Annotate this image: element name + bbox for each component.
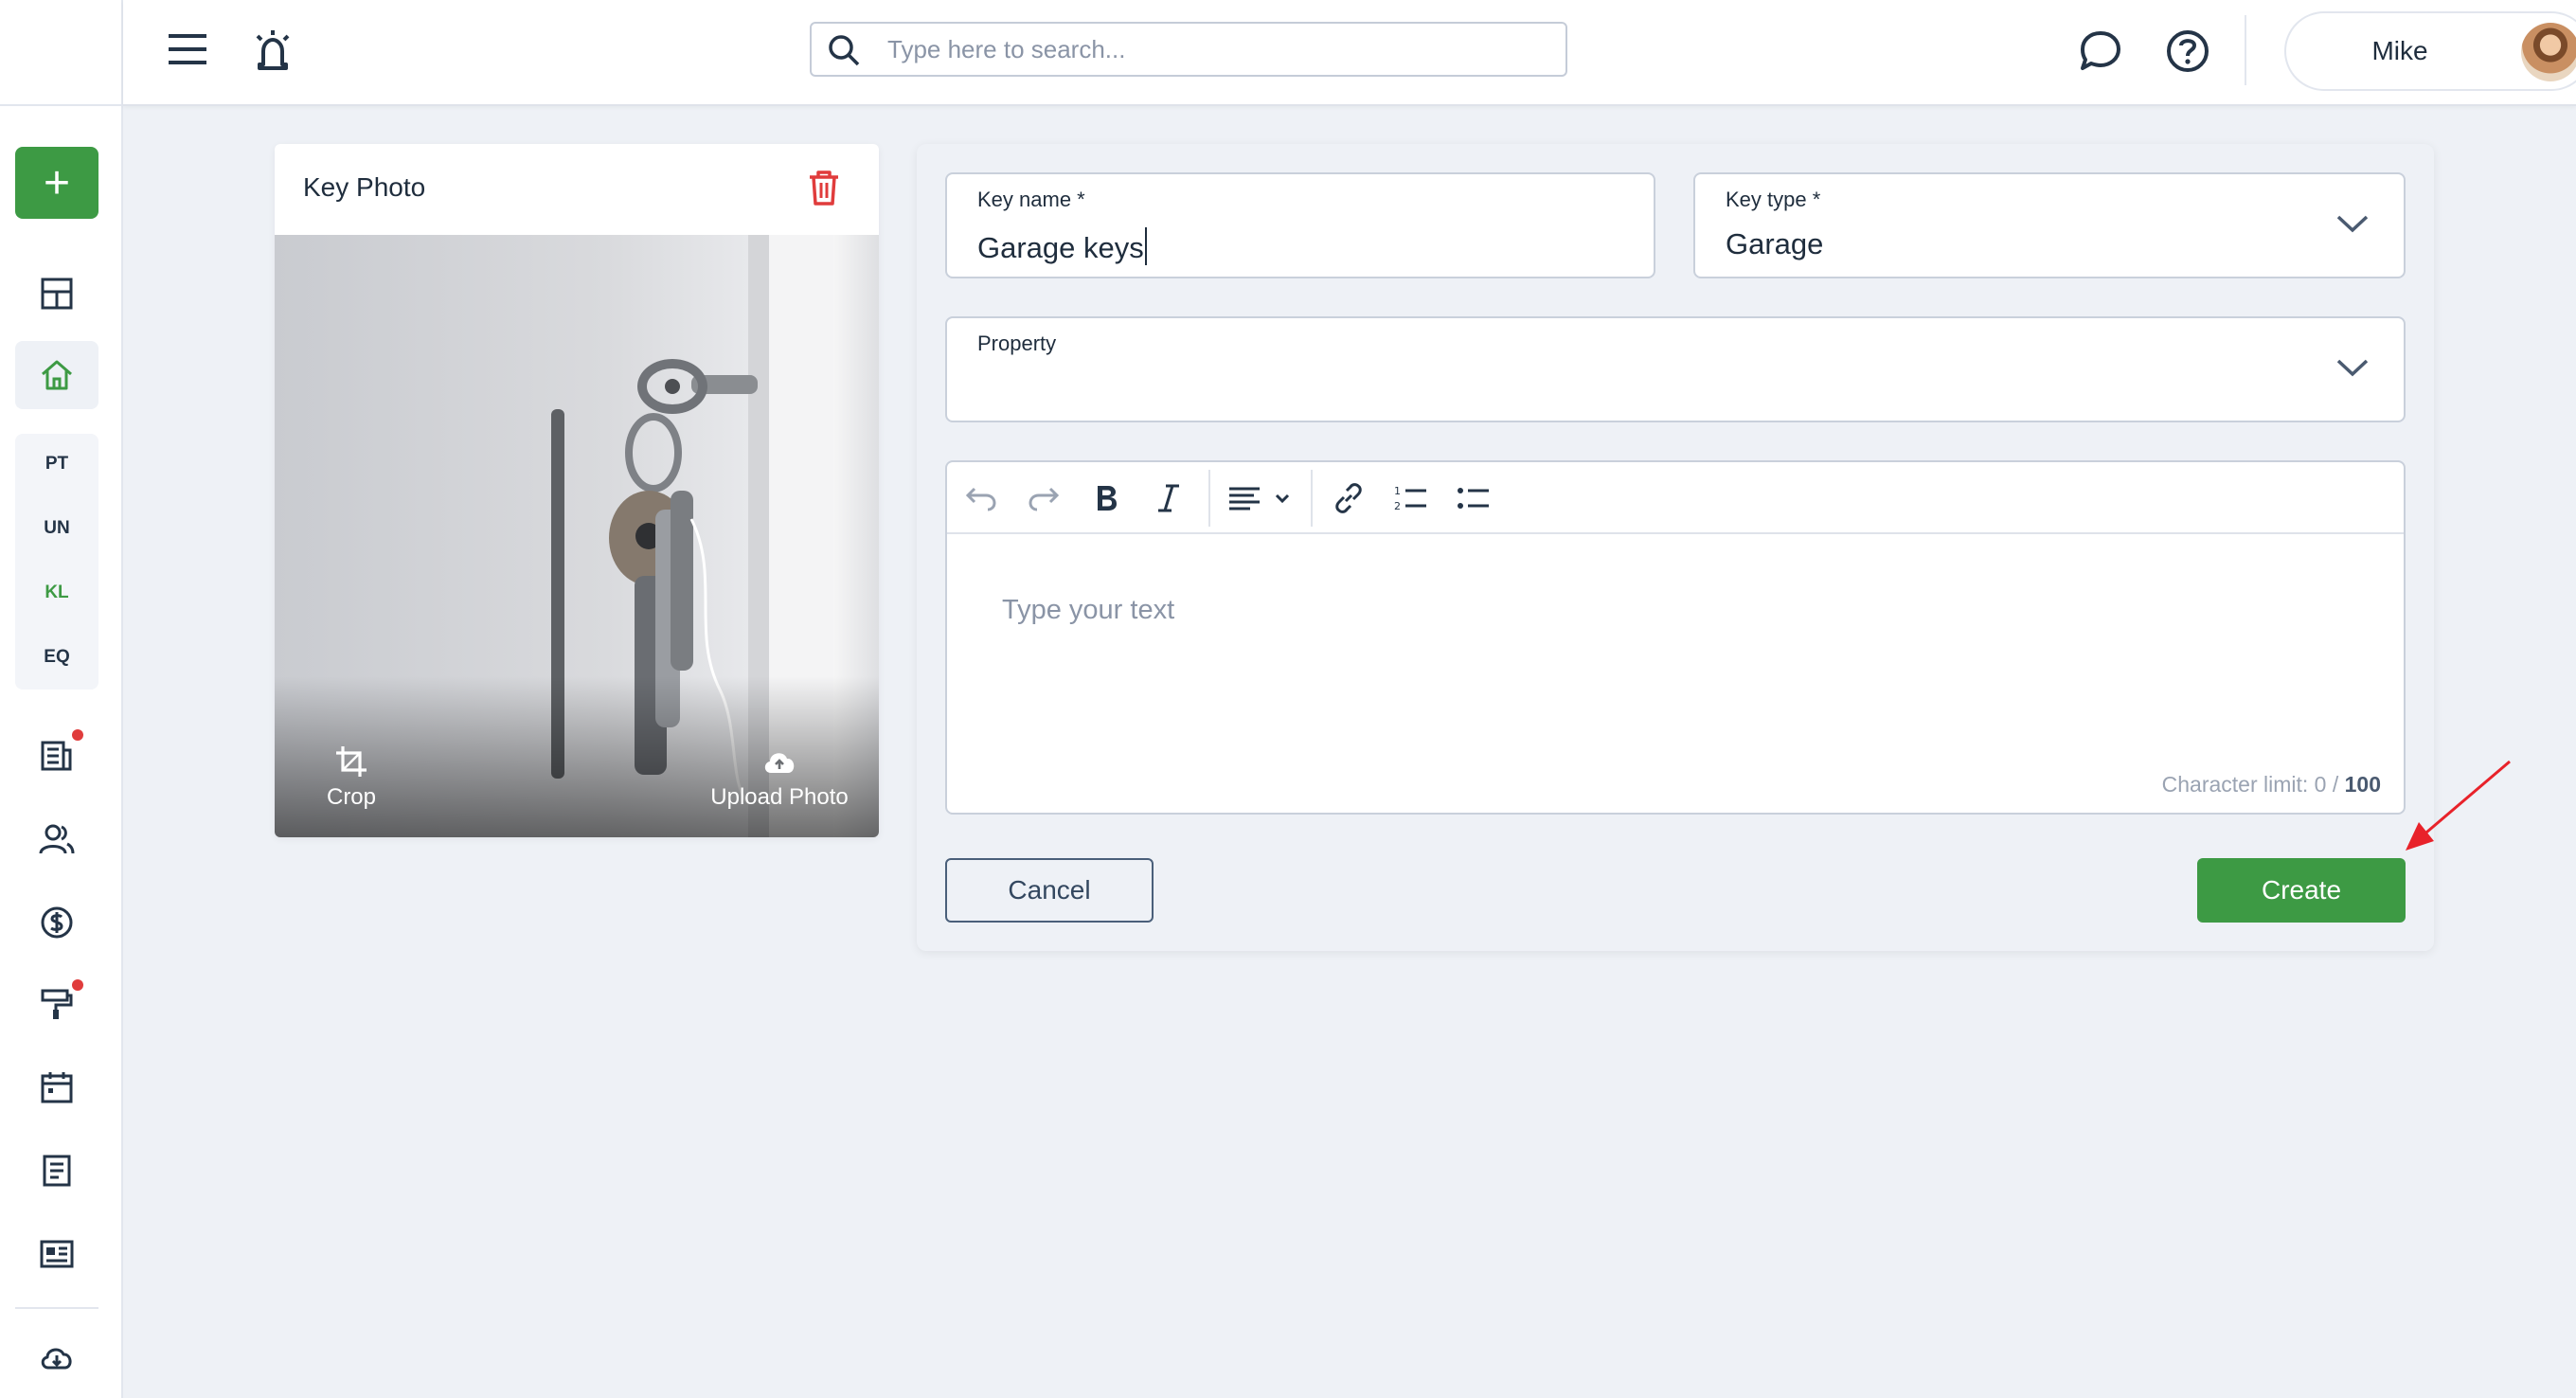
undo-icon[interactable] <box>962 479 1000 517</box>
search-input[interactable] <box>886 31 1548 67</box>
svg-text:1: 1 <box>1394 485 1401 497</box>
sidebar-divider <box>15 1307 98 1309</box>
crop-icon <box>336 746 367 777</box>
dashboard-icon[interactable] <box>15 260 98 328</box>
upload-photo-label: Upload Photo <box>710 784 849 810</box>
redo-icon[interactable] <box>1025 479 1063 517</box>
crop-label: Crop <box>326 784 377 810</box>
upload-photo-button[interactable]: Upload Photo <box>689 746 869 811</box>
align-dropdown[interactable] <box>1227 479 1296 517</box>
sidebar-item-eq[interactable]: EQ <box>15 638 98 676</box>
key-name-input[interactable]: Garage keys <box>977 227 1147 265</box>
key-type-label: Key type * <box>1726 188 1821 211</box>
alarm-alert-icon[interactable] <box>246 25 299 78</box>
text-cursor <box>1144 227 1147 265</box>
sidebar-logo-area <box>0 0 123 106</box>
calendar-icon[interactable] <box>15 1053 98 1121</box>
photo-card-header: Key Photo <box>275 144 879 235</box>
sidebar: + PT UN KL EQ <box>0 0 123 1398</box>
character-limit: Character limit: 0 / 100 <box>2161 772 2381 797</box>
editor-placeholder: Type your text <box>1002 595 1175 625</box>
properties-home-icon[interactable] <box>15 341 98 409</box>
create-button[interactable]: Create <box>2197 858 2406 923</box>
search-bar[interactable] <box>810 22 1567 77</box>
people-icon[interactable] <box>15 805 98 873</box>
sidebar-item-un[interactable]: UN <box>15 510 98 547</box>
italic-icon[interactable] <box>1150 479 1188 517</box>
avatar <box>2521 23 2576 81</box>
chevron-down-icon <box>2336 359 2369 377</box>
bullet-list-icon[interactable] <box>1455 479 1493 517</box>
property-select[interactable]: Property <box>945 316 2406 422</box>
maintenance-roller-icon[interactable] <box>15 970 98 1038</box>
top-bar: Mike <box>123 0 2576 106</box>
topbar-divider <box>2245 15 2246 85</box>
property-label: Property <box>977 332 1057 355</box>
photo-card-title: Key Photo <box>303 172 426 202</box>
add-new-button[interactable]: + <box>15 147 98 219</box>
finance-dollar-icon[interactable] <box>15 888 98 957</box>
chevron-down-icon <box>2336 215 2369 233</box>
cancel-button[interactable]: Cancel <box>945 858 1154 923</box>
toolbar-separator <box>1208 470 1210 527</box>
user-name: Mike <box>2371 36 2428 65</box>
numbered-list-icon[interactable]: 12 <box>1392 479 1430 517</box>
sidebar-item-pt[interactable]: PT <box>15 445 98 483</box>
key-name-label: Key name * <box>977 188 1085 211</box>
key-type-select[interactable]: Key type * Garage <box>1693 172 2406 278</box>
cloud-download-icon[interactable] <box>15 1324 98 1392</box>
bold-icon[interactable] <box>1087 479 1125 517</box>
editor-toolbar: 12 <box>947 462 2404 534</box>
svg-text:2: 2 <box>1394 500 1401 512</box>
document-icon[interactable] <box>15 1137 98 1205</box>
notification-dot <box>72 729 83 741</box>
key-form-panel: Key name * Garage keys Key type * Garage… <box>917 144 2434 951</box>
annotation-arrow <box>2406 760 2511 851</box>
reports-icon[interactable] <box>15 722 98 790</box>
user-menu[interactable]: Mike <box>2284 11 2576 91</box>
chat-bubble-icon[interactable] <box>2074 25 2127 78</box>
key-name-field[interactable]: Key name * Garage keys <box>945 172 1655 278</box>
help-question-icon[interactable] <box>2161 25 2214 78</box>
toolbar-separator <box>1311 470 1313 527</box>
editor-text-area[interactable]: Type your text Character limit: 0 / 100 <box>947 534 2404 813</box>
key-photo-image: Crop Upload Photo <box>275 235 879 837</box>
cloud-upload-icon <box>764 753 795 773</box>
trash-icon[interactable] <box>803 167 845 208</box>
notes-editor: 12 Type your text Character limit: 0 / 1… <box>945 460 2406 815</box>
hamburger-menu-icon[interactable] <box>161 25 214 74</box>
listing-card-icon[interactable] <box>15 1220 98 1288</box>
notification-dot <box>72 979 83 991</box>
sidebar-item-kl[interactable]: KL <box>15 574 98 612</box>
key-photo-card: Key Photo Crop Upload Photo <box>275 144 879 837</box>
search-icon <box>829 35 860 66</box>
crop-button[interactable]: Crop <box>299 744 403 811</box>
key-type-value: Garage <box>1726 227 1824 260</box>
link-icon[interactable] <box>1330 479 1368 517</box>
